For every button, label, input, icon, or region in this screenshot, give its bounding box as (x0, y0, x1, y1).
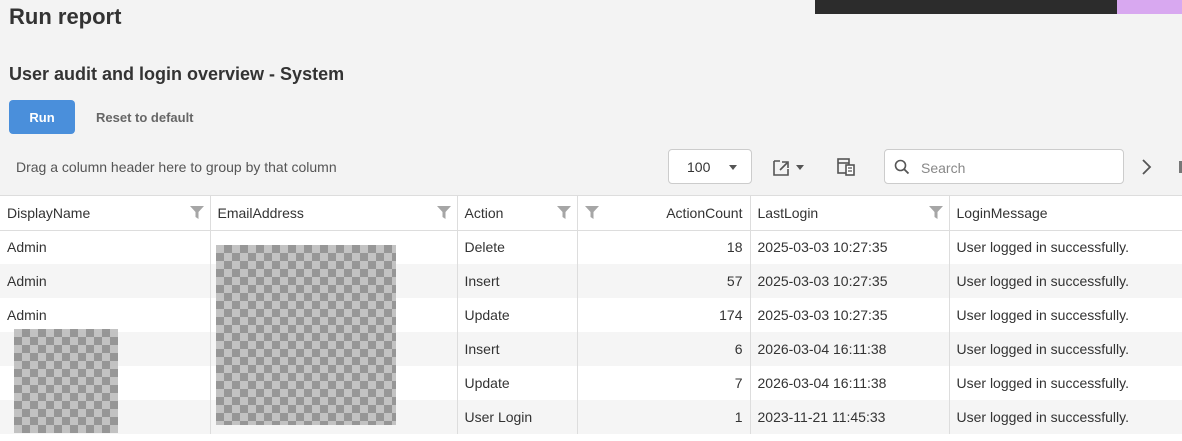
redacted-name-block (14, 329, 118, 433)
cell-actioncount: 18 (577, 230, 751, 264)
data-grid: DisplayName EmailAddress Action ActionCo… (0, 195, 1182, 441)
cell-displayname: Admin (0, 230, 211, 264)
chevron-right-icon (1142, 159, 1152, 175)
cell-loginmessage: User logged in successfully. (949, 400, 1182, 434)
filter-icon[interactable] (556, 206, 571, 220)
cell-displayname: Admin (0, 298, 211, 332)
column-header-action[interactable]: Action (457, 196, 578, 231)
page-size-select[interactable]: 100 (668, 149, 752, 184)
cell-action: User Login (457, 400, 578, 434)
cell-action: Insert (457, 332, 578, 366)
column-header-label: EmailAddress (217, 204, 304, 221)
cell-loginmessage: User logged in successfully. (949, 298, 1182, 332)
cell-lastlogin: 2025-03-03 10:27:35 (750, 230, 950, 264)
cell-actioncount: 1 (577, 400, 751, 434)
page-size-value: 100 (687, 159, 711, 175)
run-button[interactable]: Run (9, 100, 75, 134)
table-row[interactable]: Update 7 2026-03-04 16:11:38 User logged… (0, 366, 1182, 400)
column-header-label: ActionCount (666, 204, 743, 221)
group-panel-hint[interactable]: Drag a column header here to group by th… (16, 159, 337, 175)
cell-displayname: Admin (0, 264, 211, 298)
cell-actioncount: 6 (577, 332, 751, 366)
header-row: DisplayName EmailAddress Action ActionCo… (0, 196, 1182, 231)
scroll-right-button[interactable] (1140, 158, 1154, 176)
cell-actioncount: 174 (577, 298, 751, 332)
overlay-accent-bar (1117, 0, 1182, 14)
column-header-displayname[interactable]: DisplayName (0, 196, 211, 231)
chevron-down-icon (729, 165, 737, 170)
cell-actioncount: 57 (577, 264, 751, 298)
reset-to-default-link[interactable]: Reset to default (96, 110, 194, 125)
filter-icon[interactable] (189, 206, 204, 220)
table-row[interactable]: User Login 1 2023-11-21 11:45:33 User lo… (0, 400, 1182, 434)
export-icon (773, 160, 804, 176)
table-row[interactable]: Admin Update 174 2025-03-03 10:27:35 Use… (0, 298, 1182, 332)
column-header-label: LoginMessage (956, 204, 1048, 221)
column-chooser-icon (837, 158, 855, 176)
cell-loginmessage: User logged in successfully. (949, 264, 1182, 298)
cell-lastlogin: 2026-03-04 16:11:38 (750, 332, 950, 366)
report-title: User audit and login overview - System (9, 64, 345, 84)
cell-action: Delete (457, 230, 578, 264)
cell-action: Update (457, 366, 578, 400)
table-row[interactable]: Admin Delete 18 2025-03-03 10:27:35 User… (0, 230, 1182, 264)
column-header-label: DisplayName (7, 204, 91, 221)
cell-lastlogin: 2025-03-03 10:27:35 (750, 298, 950, 332)
filter-icon[interactable] (584, 206, 599, 220)
cell-loginmessage: User logged in successfully. (949, 230, 1182, 264)
filter-icon[interactable] (928, 206, 943, 220)
grid-table: DisplayName EmailAddress Action ActionCo… (0, 196, 1182, 434)
search-input[interactable] (919, 157, 1113, 179)
redacted-email-block (216, 245, 396, 425)
page-title: Run report (9, 4, 122, 29)
cell-lastlogin: 2025-03-03 10:27:35 (750, 264, 950, 298)
column-header-emailaddress[interactable]: EmailAddress (210, 196, 458, 231)
column-header-label: Action (464, 204, 504, 221)
filter-icon[interactable] (436, 206, 451, 220)
table-row[interactable]: Admin Insert 57 2025-03-03 10:27:35 User… (0, 264, 1182, 298)
cell-lastlogin: 2026-03-04 16:11:38 (750, 366, 950, 400)
export-button[interactable] (772, 157, 808, 177)
overlay-dark-bar (815, 0, 1118, 14)
cell-action: Insert (457, 264, 578, 298)
cell-lastlogin: 2023-11-21 11:45:33 (750, 400, 950, 434)
cell-actioncount: 7 (577, 366, 751, 400)
cell-loginmessage: User logged in successfully. (949, 332, 1182, 366)
cell-loginmessage: User logged in successfully. (949, 366, 1182, 400)
column-header-loginmessage[interactable]: LoginMessage (949, 196, 1182, 231)
column-header-lastlogin[interactable]: LastLogin (750, 196, 950, 231)
search-icon (894, 159, 910, 175)
column-chooser-button[interactable] (836, 157, 856, 177)
table-row[interactable]: Insert 6 2026-03-04 16:11:38 User logged… (0, 332, 1182, 366)
search-box[interactable] (884, 149, 1124, 184)
column-header-actioncount[interactable]: ActionCount (577, 196, 751, 231)
column-header-label: LastLogin (757, 204, 819, 221)
cell-action: Update (457, 298, 578, 332)
